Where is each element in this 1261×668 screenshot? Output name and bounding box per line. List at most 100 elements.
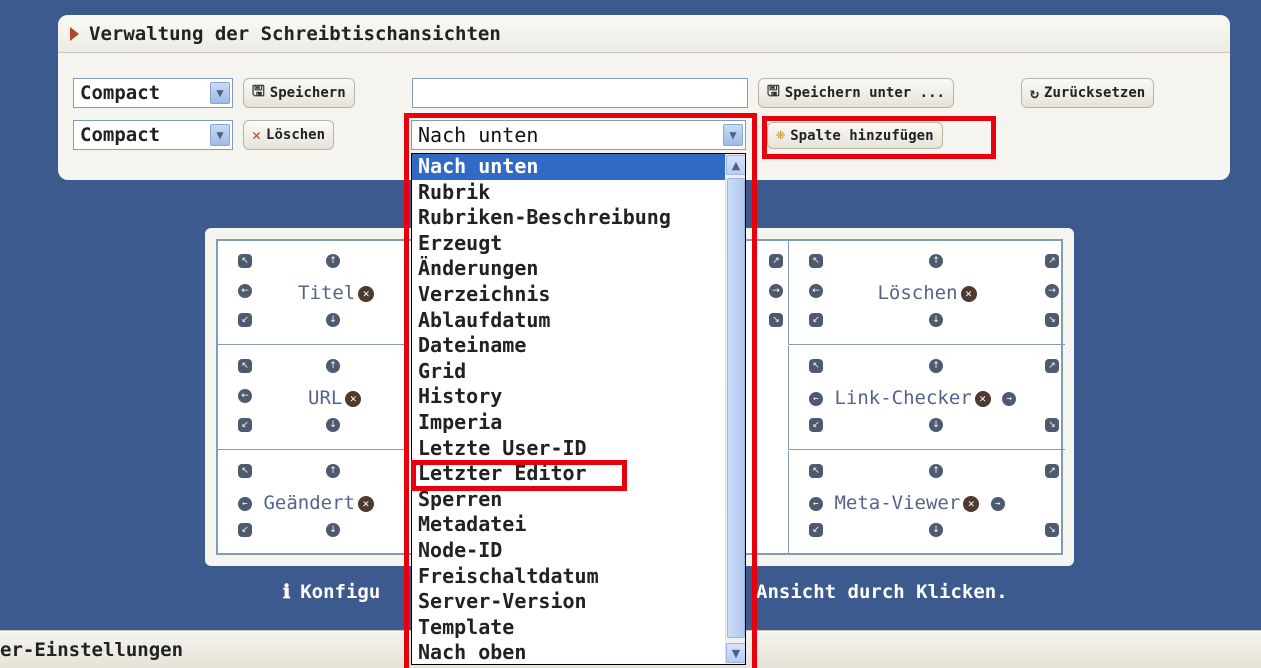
- info-icon: ℹ: [283, 581, 291, 603]
- column-cell-geaendert[interactable]: ↖ ↑ ↙ ↓ ← Geändert ✕: [218, 451, 406, 555]
- remove-column-icon[interactable]: ✕: [358, 286, 375, 302]
- arrow-left-icon[interactable]: ←: [238, 389, 252, 403]
- dropdown-option[interactable]: Rubriken-Beschreibung: [412, 205, 725, 231]
- panel-header: Verwaltung der Schreibtischansichten: [58, 15, 1230, 53]
- column-cell-titel[interactable]: ↖ ↑ ← ↙ ↓ Titel ✕: [218, 241, 406, 345]
- arrow-down-left-icon[interactable]: ↙: [809, 523, 823, 537]
- arrow-up-left-icon[interactable]: ↖: [238, 359, 252, 373]
- remove-column-icon[interactable]: ✕: [345, 391, 362, 407]
- collapse-triangle-icon[interactable]: [70, 26, 79, 41]
- arrow-right-icon[interactable]: →: [769, 284, 783, 298]
- view-select-1[interactable]: Compact ▼: [73, 78, 233, 108]
- arrow-up-left-icon[interactable]: ↖: [238, 464, 252, 478]
- column-label: Löschen ✕: [789, 282, 1065, 304]
- arrow-left-icon[interactable]: ←: [809, 497, 823, 511]
- dropdown-option[interactable]: Imperia: [412, 410, 725, 436]
- arrow-down-right-icon[interactable]: ↘: [1045, 523, 1059, 537]
- column-type-select[interactable]: Nach unten ▼: [411, 120, 746, 150]
- column-type-dropdown-list: Nach unten Rubrik Rubriken-Beschreibung Erz…: [411, 153, 746, 665]
- view-select-1-value: Compact: [80, 82, 161, 104]
- column-cell-meta-viewer[interactable]: ↖ ↑ ↗ ↙ ↓ ↘ ← Meta-Viewer ✕ →: [788, 451, 1065, 555]
- dropdown-option[interactable]: Nach unten: [412, 154, 725, 180]
- save-button[interactable]: 🖫 Speichern: [243, 78, 355, 108]
- arrow-up-icon[interactable]: ↑: [929, 359, 943, 373]
- remove-column-icon[interactable]: ✕: [974, 391, 991, 407]
- reset-button[interactable]: ↻ Zurücksetzen: [1021, 78, 1155, 108]
- arrow-left-icon[interactable]: ←: [238, 284, 252, 298]
- arrow-up-right-icon[interactable]: ↗: [769, 254, 783, 268]
- dropdown-option[interactable]: History: [412, 384, 725, 410]
- arrow-down-left-icon[interactable]: ↙: [238, 523, 252, 537]
- chevron-down-icon[interactable]: ▼: [723, 124, 743, 146]
- dropdown-option[interactable]: Nach oben: [412, 640, 725, 664]
- dropdown-scrollbar[interactable]: ▲ ▼: [725, 154, 745, 664]
- reset-icon: ↻: [1030, 84, 1040, 102]
- chevron-down-icon[interactable]: ▼: [210, 82, 230, 104]
- arrow-down-left-icon[interactable]: ↙: [809, 313, 823, 327]
- column-cell-url[interactable]: ↖ ↑ ← ↙ ↓ URL ✕: [218, 346, 406, 450]
- scroll-up-icon[interactable]: ▲: [726, 155, 745, 175]
- arrow-down-icon[interactable]: ↓: [326, 523, 340, 537]
- arrow-down-right-icon[interactable]: ↘: [1045, 313, 1059, 327]
- dropdown-option[interactable]: Freischaltdatum: [412, 564, 725, 590]
- dropdown-option[interactable]: Metadatei: [412, 512, 725, 538]
- arrow-down-right-icon[interactable]: ↘: [769, 313, 783, 327]
- dropdown-items: Nach unten Rubrik Rubriken-Beschreibung Erz…: [412, 154, 745, 664]
- arrow-up-left-icon[interactable]: ↖: [809, 254, 823, 268]
- remove-column-icon[interactable]: ✕: [357, 496, 374, 512]
- add-column-button[interactable]: ⁜ Spalte hinzufügen: [767, 122, 943, 149]
- column-label: ← Link-Checker ✕ →: [809, 387, 1017, 409]
- arrow-down-icon[interactable]: ↓: [326, 313, 340, 327]
- column-cell-link-checker[interactable]: ↖ ↑ ↗ ↙ ↓ ↘ ← Link-Checker ✕ →: [788, 346, 1065, 450]
- dropdown-option[interactable]: Server-Version: [412, 589, 725, 615]
- arrow-down-left-icon[interactable]: ↙: [809, 418, 823, 432]
- dropdown-option[interactable]: Rubrik: [412, 180, 725, 206]
- view-name-input[interactable]: [412, 78, 748, 108]
- arrow-up-left-icon[interactable]: ↖: [809, 464, 823, 478]
- save-as-button[interactable]: 🖫 Speichern unter ...: [758, 78, 954, 108]
- remove-column-icon[interactable]: ✕: [960, 286, 977, 302]
- arrow-down-icon[interactable]: ↓: [326, 418, 340, 432]
- arrow-up-right-icon[interactable]: ↗: [1045, 254, 1059, 268]
- save-as-button-label: Speichern unter ...: [784, 85, 945, 101]
- dropdown-option[interactable]: Dateiname: [412, 333, 725, 359]
- dropdown-option[interactable]: Ablaufdatum: [412, 308, 725, 334]
- arrow-down-icon[interactable]: ↓: [929, 313, 943, 327]
- arrow-down-icon[interactable]: ↓: [929, 418, 943, 432]
- dropdown-option[interactable]: Sperren: [412, 487, 725, 513]
- arrow-up-icon[interactable]: ↑: [326, 359, 340, 373]
- arrow-down-left-icon[interactable]: ↙: [238, 418, 252, 432]
- view-select-2[interactable]: Compact ▼: [73, 120, 233, 150]
- arrow-down-right-icon[interactable]: ↘: [1045, 418, 1059, 432]
- delete-button[interactable]: ✕ Löschen: [243, 120, 335, 150]
- chevron-down-icon[interactable]: ▼: [210, 124, 230, 146]
- dropdown-option[interactable]: Änderungen: [412, 256, 725, 282]
- dropdown-option[interactable]: Grid: [412, 359, 725, 385]
- arrow-up-right-icon[interactable]: ↗: [1045, 464, 1059, 478]
- arrow-left-icon[interactable]: ←: [809, 392, 823, 406]
- dropdown-option[interactable]: Letzter Editor: [412, 461, 725, 487]
- bottom-section-title: er-Einstellungen: [0, 639, 184, 661]
- dropdown-option[interactable]: Verzeichnis: [412, 282, 725, 308]
- dropdown-option[interactable]: Node-ID: [412, 538, 725, 564]
- dropdown-option[interactable]: Erzeugt: [412, 231, 725, 257]
- arrow-up-left-icon[interactable]: ↖: [809, 359, 823, 373]
- scrollbar-thumb[interactable]: [727, 178, 745, 638]
- arrow-up-icon[interactable]: ↑: [326, 254, 340, 268]
- floppy-disk-icon: 🖫: [252, 81, 265, 100]
- arrow-up-left-icon[interactable]: ↖: [238, 254, 252, 268]
- arrow-down-left-icon[interactable]: ↙: [238, 313, 252, 327]
- arrow-up-right-icon[interactable]: ↗: [1045, 359, 1059, 373]
- arrow-down-icon[interactable]: ↓: [929, 523, 943, 537]
- scroll-down-icon[interactable]: ▼: [726, 643, 745, 663]
- arrow-right-icon[interactable]: →: [990, 497, 1005, 511]
- arrow-left-icon[interactable]: ←: [238, 497, 252, 511]
- remove-column-icon[interactable]: ✕: [963, 496, 980, 512]
- arrow-up-icon[interactable]: ↑: [929, 464, 943, 478]
- arrow-up-icon[interactable]: ↑: [326, 464, 340, 478]
- dropdown-option[interactable]: Letzte User-ID: [412, 436, 725, 462]
- column-cell-loeschen[interactable]: ↗ → ↘ ↖ ↑ ↗ ← → ↙ ↓ ↘ Löschen ✕: [769, 241, 1065, 345]
- arrow-right-icon[interactable]: →: [1002, 392, 1017, 406]
- dropdown-option[interactable]: Template: [412, 615, 725, 641]
- arrow-up-icon[interactable]: ↑: [929, 254, 943, 268]
